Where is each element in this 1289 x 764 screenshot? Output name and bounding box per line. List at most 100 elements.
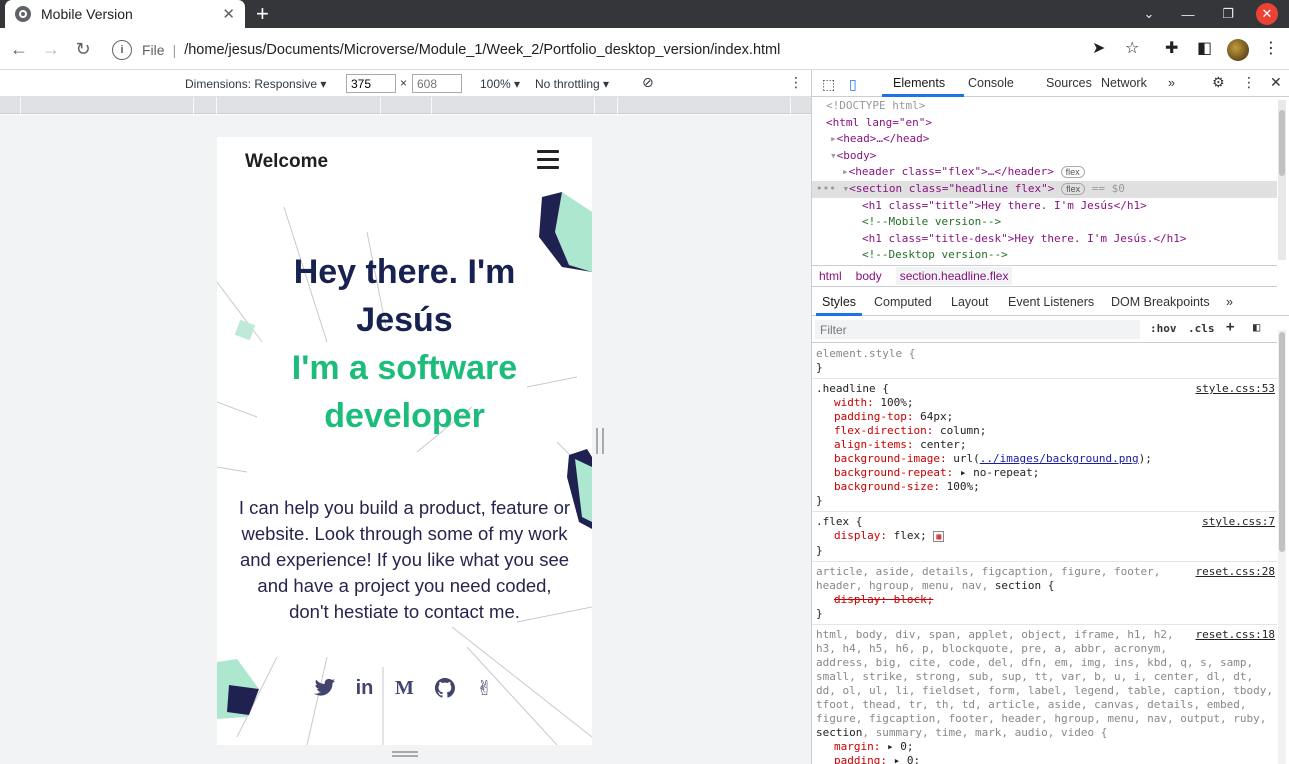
browser-tab[interactable]: Mobile Version ✕: [5, 0, 245, 28]
omnibox[interactable]: i File | /home/jesus/Documents/Microvers…: [106, 36, 1156, 64]
new-rule-icon[interactable]: +: [1226, 319, 1234, 335]
forward-icon[interactable]: →: [38, 36, 64, 62]
css-declaration[interactable]: padding-top: 64px;: [816, 410, 1273, 424]
minimize-icon[interactable]: —: [1168, 0, 1208, 28]
filter-input[interactable]: Filter: [815, 320, 1140, 339]
css-declaration[interactable]: width: 100%;: [816, 396, 1273, 410]
more-tabs-icon[interactable]: »: [1168, 76, 1175, 90]
css-declaration-overridden[interactable]: display: block;: [816, 593, 1273, 607]
close-tab-icon[interactable]: ✕: [222, 5, 235, 23]
angellist-icon[interactable]: ✌: [474, 677, 496, 700]
hamburger-menu-icon[interactable]: [537, 150, 559, 170]
new-tab-icon[interactable]: +: [256, 2, 269, 26]
tab-dom-breakpoints[interactable]: DOM Breakpoints: [1111, 295, 1210, 309]
extensions-icon[interactable]: ✚: [1165, 38, 1178, 58]
zoom-select[interactable]: 100% ▾: [480, 77, 520, 91]
element-style-selector[interactable]: element.style {: [816, 347, 1273, 361]
breadcrumb-html[interactable]: html: [819, 269, 842, 283]
throttling-select[interactable]: No throttling ▾: [535, 77, 609, 91]
dom-comment-mobile[interactable]: <!--Mobile version-->: [862, 215, 1001, 228]
devtools-close-icon[interactable]: ✕: [1270, 74, 1282, 91]
github-icon[interactable]: [434, 677, 456, 699]
url-text[interactable]: /home/jesus/Documents/Microverse/Module_…: [184, 42, 780, 58]
window-close-icon[interactable]: ✕: [1256, 3, 1278, 25]
bookmark-star-icon[interactable]: ☆: [1125, 38, 1139, 58]
avatar[interactable]: [1227, 39, 1249, 61]
dom-header-node[interactable]: <header class="flex">…</header>: [849, 165, 1054, 178]
css-declaration[interactable]: background-repeat: ▸ no-repeat;: [816, 466, 1273, 480]
more-options-icon[interactable]: ⋮: [789, 74, 803, 91]
devtools-menu-icon[interactable]: ⋮: [1242, 74, 1256, 91]
media-query-ruler[interactable]: [0, 97, 811, 114]
dom-comment-desktop[interactable]: <!--Desktop version-->: [862, 248, 1008, 261]
resize-handle-right[interactable]: [596, 428, 604, 454]
reload-icon[interactable]: ↻: [70, 36, 96, 62]
css-declaration[interactable]: background-size: 100%;: [816, 480, 1273, 494]
styles-scrollbar[interactable]: [1278, 330, 1286, 764]
rule-selector-line[interactable]: address, big, cite, code, del, dfn, em, …: [816, 656, 1273, 670]
rule-selector-line[interactable]: small, strike, strong, sub, sup, tt, var…: [816, 670, 1273, 684]
dom-section-node[interactable]: <section class="headline flex">: [849, 182, 1054, 195]
tab-network[interactable]: Network: [1101, 76, 1147, 90]
dom-html-node[interactable]: <html lang="en">: [826, 116, 932, 129]
css-declaration[interactable]: flex-direction: column;: [816, 424, 1273, 438]
hov-button[interactable]: :hov: [1150, 322, 1177, 335]
tab-styles[interactable]: Styles: [822, 295, 856, 309]
menu-kebab-icon[interactable]: ⋮: [1263, 38, 1279, 58]
tab-computed[interactable]: Computed: [874, 295, 932, 309]
dom-h1-desk[interactable]: <h1 class="title-desk">Hey there. I'm Je…: [862, 232, 1187, 245]
height-input[interactable]: [412, 74, 462, 93]
site-logo[interactable]: Welcome: [245, 151, 328, 173]
device-toggle-icon[interactable]: ▯: [849, 76, 857, 93]
share-icon[interactable]: ➤: [1092, 38, 1105, 58]
rule-selector-line[interactable]: section, summary, time, mark, audio, vid…: [816, 726, 1273, 740]
tab-event-listeners[interactable]: Event Listeners: [1008, 295, 1094, 309]
css-declaration[interactable]: align-items: center;: [816, 438, 1273, 452]
tab-sources[interactable]: Sources: [1046, 76, 1092, 90]
cls-button[interactable]: .cls: [1188, 322, 1215, 335]
rule-selector-line[interactable]: figure, figcaption, footer, header, hgro…: [816, 712, 1273, 726]
restore-icon[interactable]: ❐: [1208, 0, 1248, 28]
css-declaration[interactable]: background-image: url(../images/backgrou…: [816, 452, 1273, 466]
dom-body-node[interactable]: <body>: [837, 149, 877, 162]
css-declaration[interactable]: margin: ▸ 0;: [816, 740, 1273, 754]
background-image-link[interactable]: ../images/background.png: [980, 452, 1139, 465]
settings-gear-icon[interactable]: ⚙: [1212, 74, 1225, 91]
flex-badge[interactable]: flex: [1060, 166, 1085, 179]
source-link[interactable]: style.css:53: [1196, 382, 1275, 396]
linkedin-icon[interactable]: in: [354, 677, 376, 699]
medium-icon[interactable]: M: [394, 677, 416, 699]
back-icon[interactable]: ←: [6, 36, 32, 62]
tab-layout[interactable]: Layout: [951, 295, 989, 309]
subtitle-line-2: developer: [324, 397, 485, 435]
active-styles-indicator: [816, 313, 862, 316]
dom-head-node[interactable]: <head>…</head>: [837, 132, 930, 145]
rotate-icon[interactable]: ⊘: [642, 74, 654, 91]
source-link[interactable]: reset.css:28: [1196, 565, 1275, 579]
width-input[interactable]: [346, 74, 396, 93]
tab-console[interactable]: Console: [968, 76, 1014, 90]
css-declaration[interactable]: display: flex; ▦: [816, 529, 1273, 544]
breadcrumb-section[interactable]: section.headline.flex: [895, 267, 1013, 285]
flex-badge[interactable]: flex: [1061, 182, 1086, 195]
toggle-sidebar-icon[interactable]: ◧: [1253, 320, 1260, 334]
resize-handle-bottom[interactable]: [392, 751, 418, 757]
source-link[interactable]: style.css:7: [1202, 515, 1275, 529]
css-declaration[interactable]: padding: ▸ 0;: [816, 754, 1273, 764]
more-styles-tabs-icon[interactable]: »: [1226, 295, 1233, 309]
flexbox-editor-icon[interactable]: ▦: [933, 531, 945, 542]
side-panel-icon[interactable]: ◧: [1197, 38, 1212, 58]
twitter-icon[interactable]: [313, 677, 336, 699]
tab-elements[interactable]: Elements: [893, 76, 945, 90]
inspect-element-icon[interactable]: ⬚: [822, 76, 835, 93]
dom-scrollbar[interactable]: [1278, 100, 1286, 260]
info-icon[interactable]: i: [112, 40, 132, 60]
dimensions-select[interactable]: Dimensions: Responsive ▾: [185, 77, 326, 91]
rule-selector-line[interactable]: tfoot, thead, tr, th, td, article, aside…: [816, 698, 1273, 712]
tab-search-icon[interactable]: ⌄: [1129, 0, 1169, 28]
rule-selector-line[interactable]: h3, h4, h5, h6, p, blockquote, pre, a, a…: [816, 642, 1273, 656]
rule-selector-line[interactable]: dd, ol, ul, li, fieldset, form, label, l…: [816, 684, 1273, 698]
dom-h1-title[interactable]: <h1 class="title">Hey there. I'm Jesús</…: [862, 199, 1147, 212]
source-link[interactable]: reset.css:18: [1196, 628, 1275, 642]
breadcrumb-body[interactable]: body: [856, 269, 882, 283]
